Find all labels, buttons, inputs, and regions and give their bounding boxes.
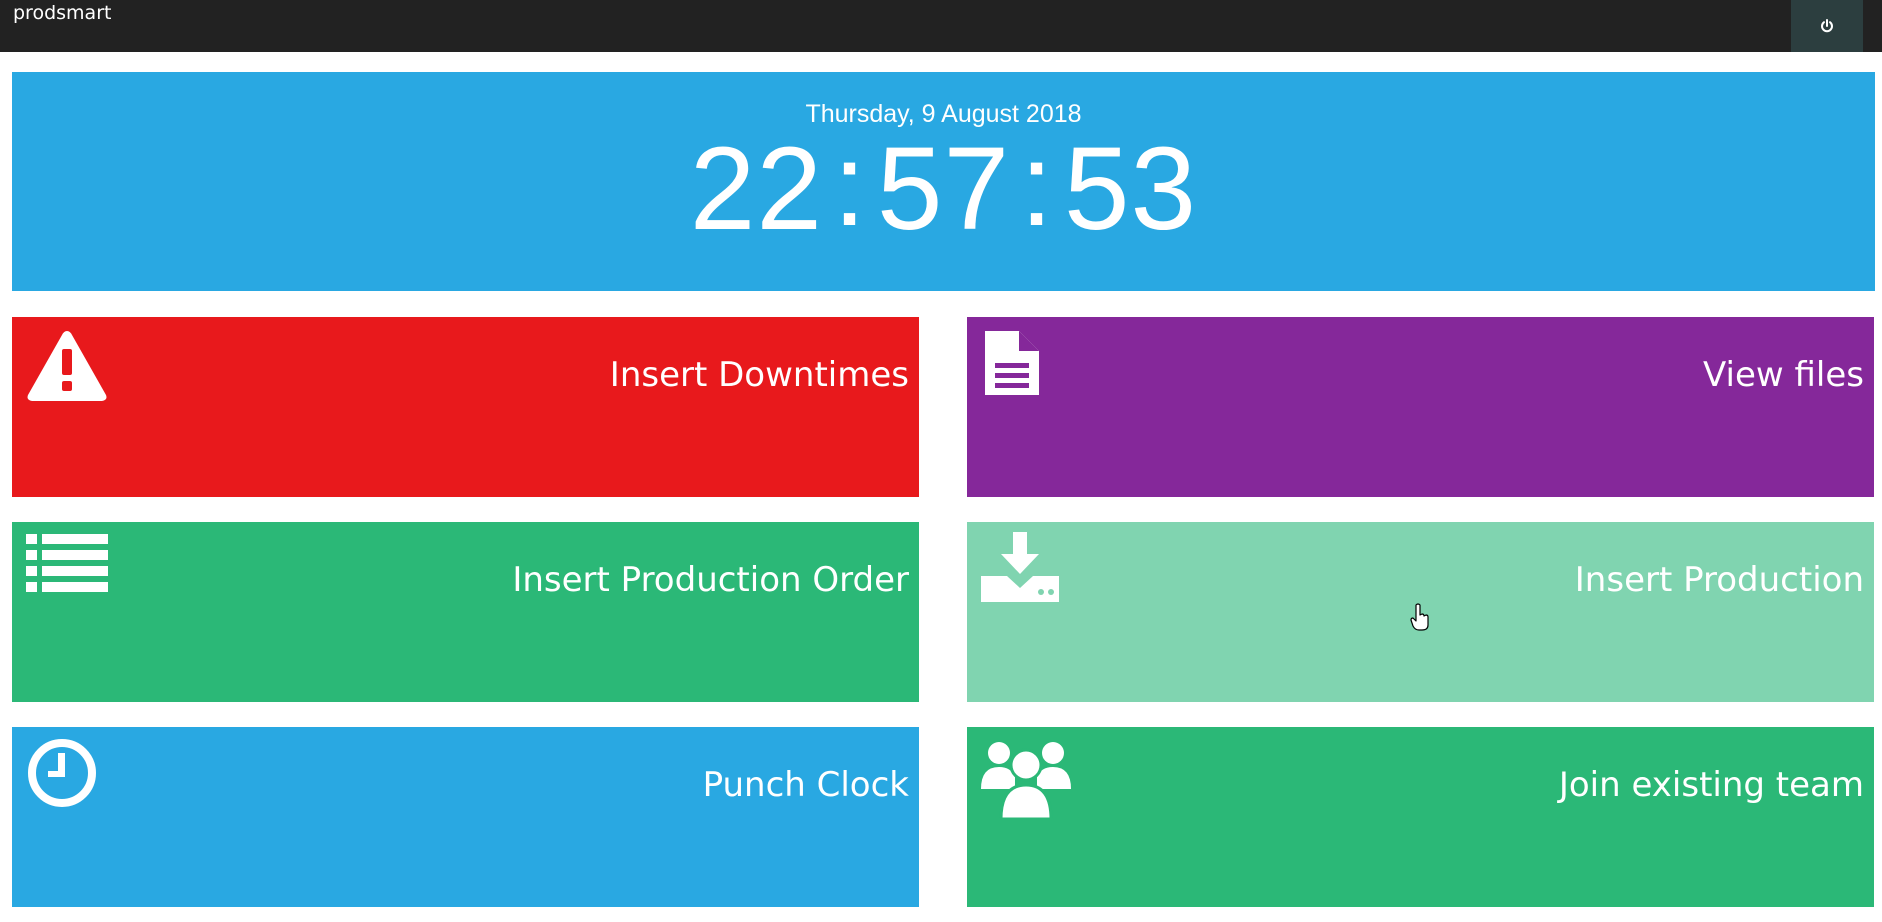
hand-cursor-icon: [1410, 603, 1429, 631]
tile-label: Punch Clock: [702, 765, 909, 805]
join-existing-team-tile[interactable]: Join existing team: [967, 727, 1874, 907]
tile-label: Join existing team: [1558, 765, 1864, 805]
download-icon: [981, 532, 1059, 609]
logout-button[interactable]: [1791, 0, 1863, 52]
clock-minutes: 57: [876, 123, 1011, 255]
top-navbar: prodsmart: [0, 0, 1882, 52]
tile-label: Insert Production: [1574, 560, 1864, 600]
current-time: 22 : 57 : 53: [12, 123, 1875, 255]
power-icon: [1821, 19, 1833, 33]
warning-icon: [26, 327, 108, 408]
clock-separator: :: [833, 119, 867, 251]
file-icon: [981, 327, 1043, 404]
tile-label: Insert Downtimes: [609, 355, 909, 395]
clock-panel: Thursday, 9 August 2018 22 : 57 : 53: [12, 72, 1875, 291]
insert-downtimes-tile[interactable]: Insert Downtimes: [12, 317, 919, 497]
view-files-tile[interactable]: View files: [967, 317, 1874, 497]
clock-hours: 22: [689, 123, 824, 255]
insert-production-order-tile[interactable]: Insert Production Order: [12, 522, 919, 702]
punch-clock-tile[interactable]: Punch Clock: [12, 727, 919, 907]
list-icon: [26, 532, 108, 603]
tile-label: Insert Production Order: [512, 560, 909, 600]
users-icon: [981, 737, 1071, 826]
tile-label: View files: [1703, 355, 1864, 395]
clock-seconds: 53: [1063, 123, 1198, 255]
brand-logo[interactable]: prodsmart: [13, 2, 111, 24]
clock-separator: :: [1020, 119, 1054, 251]
clock-icon: [26, 737, 98, 814]
